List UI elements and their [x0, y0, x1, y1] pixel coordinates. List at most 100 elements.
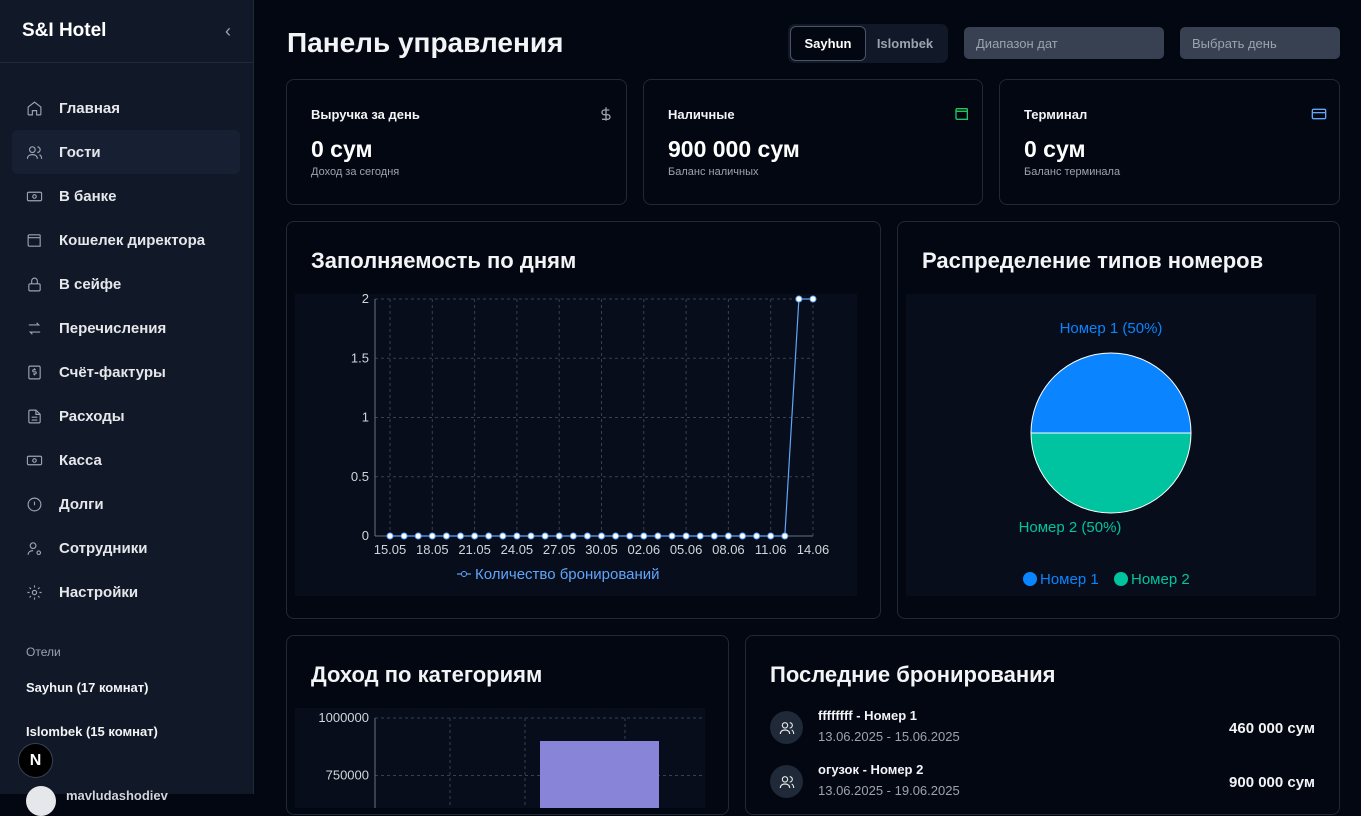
stat-label: Наличные	[668, 107, 735, 122]
nextjs-badge[interactable]: N	[18, 743, 53, 778]
sidebar-item-expenses[interactable]: Расходы	[12, 394, 240, 438]
page-title: Панель управления	[287, 27, 564, 58]
card-title: Распределение типов номеров	[922, 248, 1264, 273]
stat-subtitle: Баланс терминала	[1024, 166, 1121, 178]
sidebar-item-label: Касса	[59, 451, 102, 469]
sidebar-item-bank[interactable]: В банке	[12, 174, 240, 218]
users-icon	[26, 145, 43, 159]
occupancy-card: Заполняемость по дням 15.05 18.05 21.05 24.…	[286, 221, 881, 619]
occupancy-plot-area: 15.05 18.05 21.05 24.05 27.05 30.05 02.06 05.06…	[295, 291, 857, 596]
data-point	[753, 532, 761, 540]
y-tick-label: 2	[362, 294, 369, 306]
sidebar-item-label: Счёт-фактуры	[59, 363, 166, 381]
sidebar-item-staff[interactable]: Сотрудники	[12, 526, 240, 570]
sidebar-header: S&I Hotel ‹	[0, 0, 253, 63]
document-icon	[28, 409, 41, 423]
income-plot-area: 1000000 750000	[295, 708, 705, 808]
y-tick-label: 1000000	[318, 710, 369, 725]
y-tick-label: 0.5	[351, 469, 369, 484]
slice-label: Номер 1 (50%)	[1060, 320, 1163, 337]
x-tick-label: 30.05	[585, 542, 618, 557]
data-point	[555, 532, 563, 540]
stat-value: 0 сум	[1024, 136, 1086, 162]
booking-title[interactable]: ffffffff - Номер 1	[818, 708, 917, 723]
data-point	[724, 532, 732, 540]
hotels-section-title: Отели	[26, 645, 61, 659]
sidebar-item-label: Сотрудники	[59, 539, 148, 557]
wallet-icon	[27, 233, 41, 247]
stat-card-daily-revenue: Выручка за день 0 сум Доход за сегодня	[286, 79, 627, 205]
data-point	[612, 532, 620, 540]
x-tick-label: 02.06	[628, 542, 661, 557]
tab-islombek[interactable]: Islombek	[866, 26, 944, 61]
data-point	[499, 532, 507, 540]
card-title: Заполняемость по дням	[311, 248, 577, 273]
room-types-card: Распределение типов номеров Номер 1 (50%…	[897, 221, 1340, 619]
data-point	[598, 532, 605, 540]
booking-dates: 13.06.2025 - 15.06.2025	[818, 729, 960, 744]
data-point	[626, 532, 634, 540]
sidebar-item-settings[interactable]: Настройки	[12, 570, 240, 614]
sidebar-item-label: В сейфе	[59, 275, 122, 293]
booking-amount: 460 000 сум	[1229, 720, 1315, 737]
date-range-input[interactable]: Диапазон дат	[964, 27, 1164, 59]
booking-title[interactable]: огузок - Номер 2	[818, 762, 923, 777]
sidebar-item-label: Гости	[59, 143, 101, 161]
legend-label: Номер 2	[1131, 571, 1190, 588]
data-point	[400, 532, 408, 540]
user-name: mavludashodiev	[66, 788, 168, 803]
legend-marker	[461, 571, 467, 577]
sidebar-item-invoices[interactable]: Счёт-фактуры	[12, 350, 240, 394]
booking-amount: 900 000 сум	[1229, 774, 1315, 791]
sidebar-item-transfers[interactable]: Перечисления	[12, 306, 240, 350]
sidebar-item-home[interactable]: Главная	[12, 86, 240, 130]
legend-marker	[1114, 572, 1128, 586]
hotel-item-islombek[interactable]: Islombek (15 комнат)	[26, 724, 158, 739]
chevron-left-icon[interactable]: ‹	[225, 21, 231, 42]
sidebar-item-guests[interactable]: Гости	[12, 130, 240, 174]
y-tick-label: 1	[362, 410, 369, 425]
occupancy-line-chart: 15.05 18.05 21.05 24.05 27.05 30.05 02.06 05.06…	[351, 291, 829, 583]
income-bar-chart: 1000000 750000	[318, 710, 703, 808]
day-picker-input[interactable]: Выбрать день	[1180, 27, 1340, 59]
sidebar-item-safe[interactable]: В сейфе	[12, 262, 240, 306]
data-point	[442, 532, 450, 540]
hotel-tabs: Sayhun Islombek	[788, 24, 948, 63]
staff-icon	[27, 541, 42, 555]
x-tick-label: 08.06	[712, 542, 745, 557]
x-tick-label: 05.06	[670, 542, 703, 557]
avatar	[770, 765, 803, 798]
data-point	[795, 295, 803, 303]
bookings-card: Последние бронирования ffffffff - Номер …	[745, 635, 1340, 815]
dollar-icon	[601, 107, 611, 121]
x-tick-label: 24.05	[501, 542, 534, 557]
hotel-item-sayhun[interactable]: Sayhun (17 комнат)	[26, 680, 148, 695]
tab-sayhun[interactable]: Sayhun	[790, 26, 866, 61]
x-tick-label: 21.05	[458, 542, 491, 557]
data-point	[781, 532, 789, 540]
stat-label: Терминал	[1024, 107, 1088, 122]
sidebar-item-debts[interactable]: Долги	[12, 482, 240, 526]
sidebar: S&I Hotel ‹ Главная Гости В банке Кошеле…	[0, 0, 254, 816]
x-tick-label: 11.06	[755, 542, 787, 557]
avatar[interactable]	[26, 786, 56, 816]
data-point	[682, 532, 690, 540]
data-point	[809, 295, 817, 303]
stat-value: 900 000 сум	[668, 136, 800, 162]
x-tick-label: 18.05	[416, 542, 449, 557]
lock-icon	[28, 277, 41, 291]
users-icon	[779, 775, 794, 788]
banknote-icon	[26, 191, 43, 201]
sidebar-item-cashbox[interactable]: Касса	[12, 438, 240, 482]
data-point	[485, 532, 493, 540]
legend-label: Номер 1	[1040, 571, 1099, 588]
sidebar-item-label: В банке	[59, 187, 117, 205]
sidebar-item-director-wallet[interactable]: Кошелек директора	[12, 218, 240, 262]
data-point	[513, 532, 521, 540]
room-types-plot-area: Номер 1 (50%) Номер 2 (50%) Номер 1 Номер 2	[906, 294, 1316, 596]
sidebar-nav: Главная Гости В банке Кошелек директора …	[12, 86, 240, 614]
income-card: Доход по категориям 1000000 750000	[286, 635, 729, 815]
x-tick-label: 15.05	[374, 542, 407, 557]
data-point	[541, 532, 549, 540]
data-point	[739, 532, 746, 540]
